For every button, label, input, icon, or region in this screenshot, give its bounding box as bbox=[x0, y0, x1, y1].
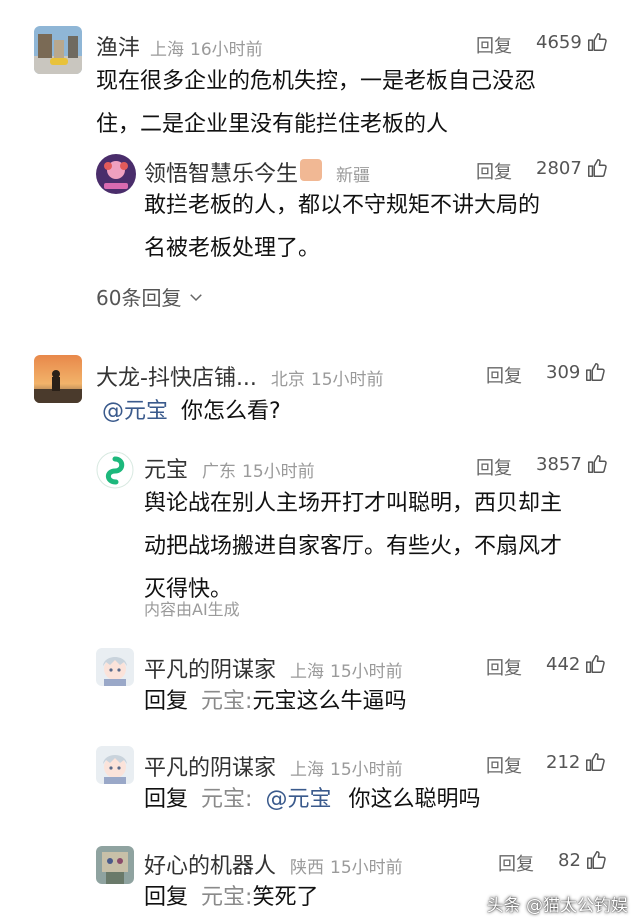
comment-text-line: 你这么聪明吗 bbox=[348, 787, 481, 812]
mention-link[interactable]: @元宝 bbox=[265, 787, 331, 812]
view-replies-link[interactable]: 60条回复 bbox=[96, 282, 205, 311]
reply-target[interactable]: 元宝: bbox=[201, 689, 252, 714]
like-button[interactable]: 212 bbox=[546, 751, 606, 773]
reply-button[interactable]: 回复 bbox=[476, 32, 512, 58]
location: 北京 bbox=[270, 370, 305, 390]
thumbs-up-icon bbox=[586, 753, 606, 771]
comment-text: 回复 元宝: @元宝 你这么聪明吗 bbox=[144, 778, 604, 821]
comment-text-line: 元宝这么牛逼吗 bbox=[252, 689, 407, 714]
comment-header: 大龙-抖快店铺... 北京 15小时前 bbox=[96, 360, 384, 392]
comment-text-line: 敢拦老板的人，都以不守规矩不讲大局的 bbox=[144, 193, 541, 218]
like-count: 82 bbox=[558, 849, 581, 871]
thumbs-up-icon bbox=[587, 159, 607, 177]
avatar[interactable] bbox=[96, 451, 134, 489]
timestamp: 15小时前 bbox=[310, 370, 384, 390]
comment-text-line: 住，二是企业里没有能拦住老板的人 bbox=[96, 112, 449, 137]
reply-button[interactable]: 回复 bbox=[486, 752, 522, 778]
avatar[interactable] bbox=[34, 26, 82, 74]
like-button[interactable]: 4659 bbox=[536, 31, 608, 53]
comment-text: 回复 元宝:元宝这么牛逼吗 bbox=[144, 680, 604, 723]
avatar[interactable] bbox=[96, 154, 136, 194]
anime-avatar-icon bbox=[96, 648, 134, 686]
like-button[interactable]: 442 bbox=[546, 653, 606, 675]
blurred-badge bbox=[300, 159, 323, 181]
like-button[interactable]: 3857 bbox=[536, 453, 608, 475]
avatar[interactable] bbox=[34, 355, 82, 403]
anime-avatar-icon bbox=[96, 746, 134, 784]
timestamp: 15小时前 bbox=[242, 462, 315, 482]
username[interactable]: 渔沣 bbox=[96, 30, 140, 62]
avatar-image-icon bbox=[34, 26, 82, 74]
location: 广东 bbox=[202, 462, 237, 482]
yuanbao-logo-icon bbox=[96, 451, 134, 489]
like-count: 2807 bbox=[536, 157, 582, 179]
reply-button[interactable]: 回复 bbox=[486, 654, 522, 680]
location: 上海 bbox=[290, 662, 325, 682]
ai-generated-note: 内容由AI生成 bbox=[144, 600, 240, 619]
replies-count: 60条回复 bbox=[96, 286, 182, 310]
comment-header: 渔沣 上海 16小时前 bbox=[96, 30, 263, 62]
reply-target[interactable]: 元宝: bbox=[201, 885, 252, 910]
avatar[interactable] bbox=[96, 648, 134, 686]
comment-text: 舆论战在别人主场开打才叫聪明，西贝却主 动把战场搬进自家客厅。有些火，不扇风才 … bbox=[144, 482, 614, 611]
reply-target[interactable]: 元宝: bbox=[201, 787, 252, 812]
like-count: 3857 bbox=[536, 453, 582, 475]
reply-button[interactable]: 回复 bbox=[486, 362, 522, 388]
like-count: 309 bbox=[546, 361, 581, 383]
reply-prefix: 回复 bbox=[144, 689, 189, 714]
location: 新疆 bbox=[336, 166, 371, 186]
username[interactable]: 大龙-抖快店铺... bbox=[96, 360, 257, 392]
robot-avatar-icon bbox=[96, 846, 134, 884]
thumbs-up-icon bbox=[587, 33, 607, 51]
like-count: 442 bbox=[546, 653, 581, 675]
reply-prefix: 回复 bbox=[144, 787, 189, 812]
comment-text-line: 现在很多企业的危机失控，一是老板自己没忍 bbox=[96, 69, 537, 94]
comment-text-line: 你怎么看? bbox=[181, 399, 281, 424]
comment-text: @元宝 你怎么看? bbox=[102, 390, 602, 433]
like-button[interactable]: 309 bbox=[546, 361, 606, 383]
timestamp: 15小时前 bbox=[330, 858, 403, 878]
comment-header: 元宝 广东 15小时前 bbox=[144, 452, 315, 484]
reply-button[interactable]: 回复 bbox=[498, 850, 534, 876]
location: 上海 bbox=[150, 40, 185, 60]
avatar[interactable] bbox=[96, 746, 134, 784]
location: 陕西 bbox=[290, 858, 325, 878]
comment-text: 敢拦老板的人，都以不守规矩不讲大局的 名被老板处理了。 bbox=[144, 184, 604, 270]
comment-text-line: 舆论战在别人主场开打才叫聪明，西贝却主 bbox=[144, 491, 563, 516]
comment-text: 现在很多企业的危机失控，一是老板自己没忍 住，二是企业里没有能拦住老板的人 bbox=[96, 60, 616, 146]
thumbs-up-icon bbox=[586, 363, 606, 381]
like-button[interactable]: 82 bbox=[558, 849, 607, 871]
reply-button[interactable]: 回复 bbox=[476, 158, 512, 184]
reply-button[interactable]: 回复 bbox=[476, 454, 512, 480]
like-count: 212 bbox=[546, 751, 581, 773]
mention-link[interactable]: @元宝 bbox=[102, 399, 168, 424]
timestamp: 16小时前 bbox=[190, 40, 263, 60]
reply-prefix: 回复 bbox=[144, 885, 189, 910]
timestamp: 15小时前 bbox=[330, 662, 403, 682]
thumbs-up-icon bbox=[586, 851, 606, 869]
comment-text-line: 名被老板处理了。 bbox=[144, 236, 321, 261]
thumbs-up-icon bbox=[587, 455, 607, 473]
avatar[interactable] bbox=[96, 846, 134, 884]
chevron-down-icon bbox=[190, 293, 203, 301]
location: 上海 bbox=[290, 760, 325, 780]
avatar-image-icon bbox=[34, 355, 82, 403]
timestamp: 15小时前 bbox=[330, 760, 403, 780]
thumbs-up-icon bbox=[586, 655, 606, 673]
like-button[interactable]: 2807 bbox=[536, 157, 608, 179]
comment-text-line: 动把战场搬进自家客厅。有些火，不扇风才 bbox=[144, 534, 563, 559]
watermark: 头条 @猫太公钓娱 bbox=[486, 896, 628, 916]
like-count: 4659 bbox=[536, 31, 582, 53]
avatar-image-icon bbox=[96, 154, 136, 194]
username[interactable]: 元宝 bbox=[144, 452, 188, 484]
comment-text-line: 笑死了 bbox=[252, 885, 319, 910]
comment-text: 回复 元宝:笑死了 bbox=[144, 876, 464, 919]
